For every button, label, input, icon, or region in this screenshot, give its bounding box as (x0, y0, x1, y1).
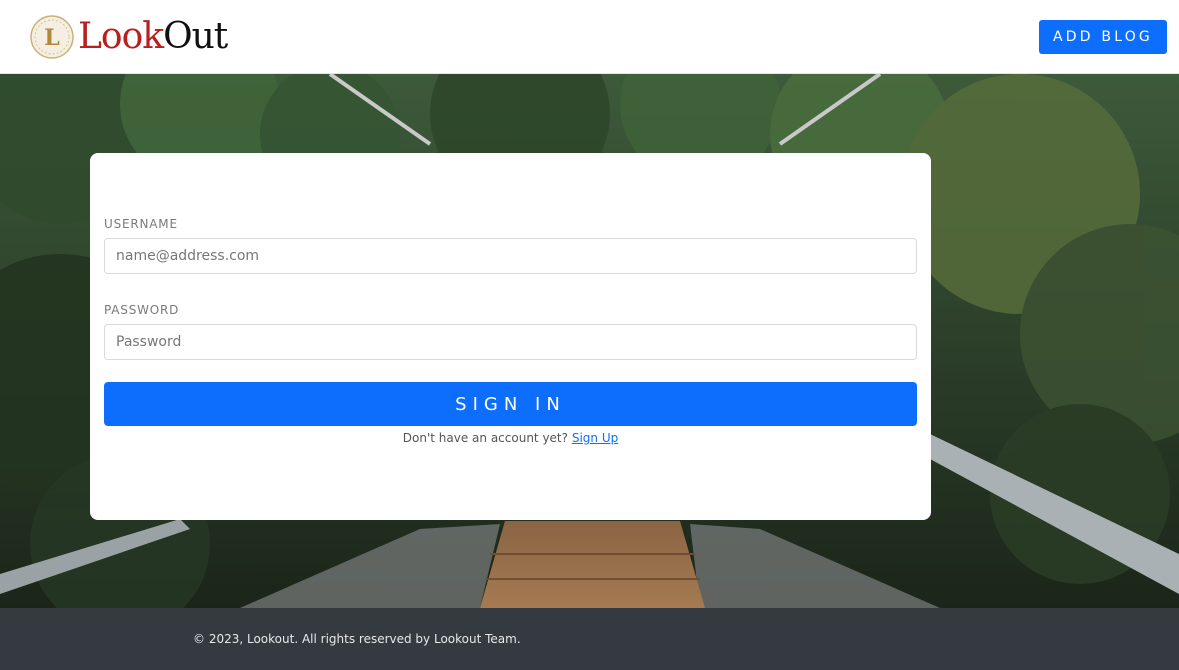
add-blog-button[interactable]: ADD BLOG (1039, 20, 1167, 54)
brand-logo-link[interactable]: L LookOut (30, 13, 228, 61)
username-input[interactable] (104, 238, 917, 274)
page-footer: © 2023, Lookout. All rights reserved by … (0, 608, 1179, 670)
signup-prompt-text: Don't have an account yet? (402, 431, 568, 445)
sign-in-button[interactable]: SIGN IN (104, 382, 917, 426)
login-form-card: USERNAME PASSWORD SIGN IN Don't have an … (90, 153, 931, 520)
username-label: USERNAME (104, 217, 178, 231)
password-label: PASSWORD (104, 303, 180, 317)
brand-name: LookOut (78, 13, 228, 61)
svg-text:L: L (44, 25, 59, 51)
footer-copyright-text: © 2023, Lookout. All rights reserved by … (193, 632, 521, 646)
sign-up-link[interactable]: Sign Up (572, 431, 618, 445)
brand-name-part2: Out (163, 16, 228, 57)
top-navbar: L LookOut ADD BLOG (0, 0, 1179, 74)
signup-prompt-line: Don't have an account yet? Sign Up (90, 431, 931, 445)
password-input[interactable] (104, 324, 917, 360)
brand-name-part1: Look (78, 16, 164, 57)
brand-emblem-icon: L (30, 15, 74, 59)
